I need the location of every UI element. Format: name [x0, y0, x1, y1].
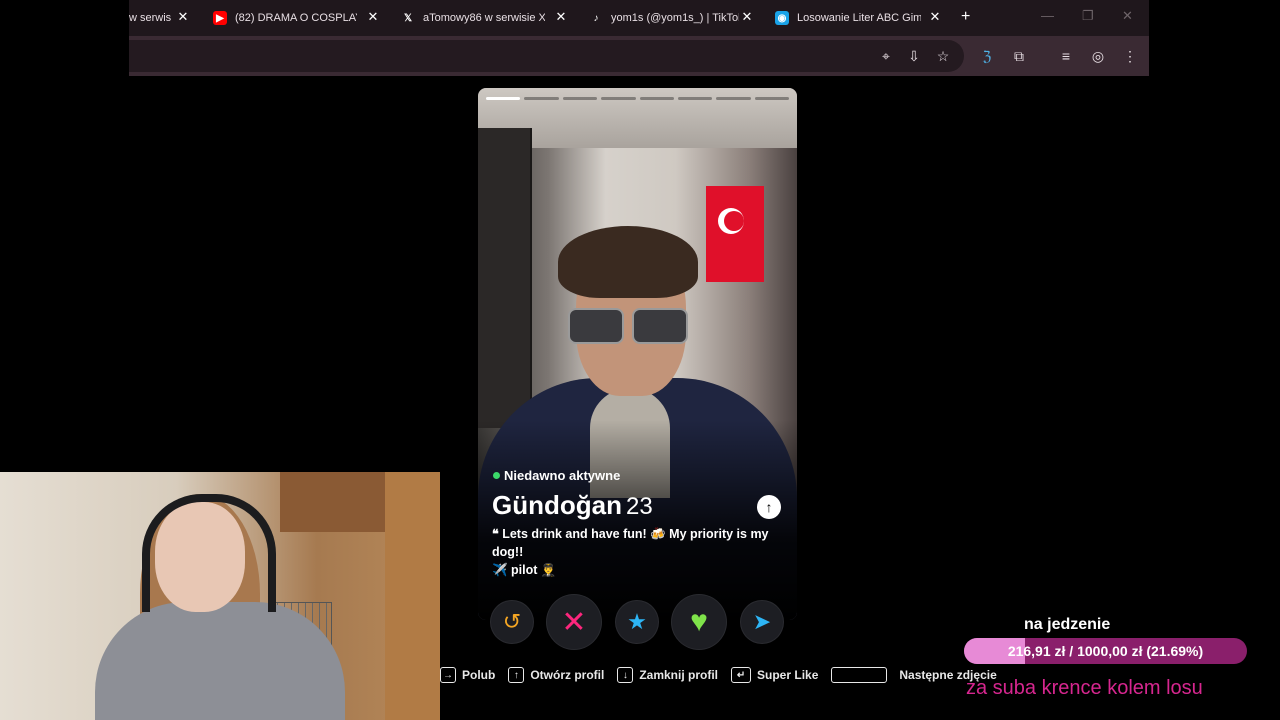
goal-title: na jedzenie	[1024, 616, 1111, 633]
location-icon[interactable]: ⌖	[876, 46, 896, 66]
youtube-icon: ▶	[213, 11, 227, 25]
extension-icon[interactable]: ℨ	[977, 46, 997, 66]
enter-key-icon: ↵	[731, 667, 752, 683]
tab-title: yom1s (@yom1s_) | TikTok	[611, 12, 739, 24]
close-icon[interactable]: ✕	[365, 9, 381, 25]
tab-2[interactable]: 𝕏 aTomowy86 w serwisie X: ✕	[401, 0, 569, 36]
flag	[706, 186, 764, 282]
goal-text: 216,91 zł / 1000,00 zł (21.69%)	[1007, 643, 1204, 659]
photo-indicator-segment[interactable]	[716, 97, 751, 100]
photo-indicator	[486, 97, 789, 100]
photo-indicator-segment[interactable]	[524, 97, 559, 100]
wardrobe	[478, 128, 532, 428]
photo-indicator-segment[interactable]	[639, 97, 674, 100]
sunglasses	[568, 308, 688, 344]
tab-title: w serwisie	[129, 12, 171, 24]
install-app-icon[interactable]: ⇩	[904, 46, 924, 66]
like-button[interactable]: ♥	[672, 595, 726, 649]
browser-window: w serwisie ✕ ▶ (82) DRAMA O COSPLAYE ✕ 𝕏…	[129, 0, 1149, 76]
hint-super-like: ↵ Super Like	[731, 667, 818, 683]
photo-indicator-segment[interactable]	[562, 97, 598, 100]
close-icon[interactable]: ✕	[553, 9, 569, 25]
address-bar[interactable]	[129, 40, 964, 72]
arrow-up-icon: ↑	[508, 667, 525, 683]
close-icon: ✕	[561, 605, 587, 639]
profile-icon[interactable]: ◎	[1088, 46, 1108, 66]
ticker-text: za suba krence kolem losu	[966, 677, 1203, 699]
tab-title: aTomowy86 w serwisie X:	[423, 12, 545, 24]
tiktok-icon: ♪	[593, 12, 599, 24]
hint-close-profile: ↓ Zamknij profil	[617, 667, 718, 683]
photo-indicator-segment[interactable]	[677, 97, 713, 100]
rewind-icon: ↺	[502, 609, 522, 634]
headset-icon	[142, 494, 276, 612]
send-icon: ➤	[752, 609, 772, 634]
boost-button[interactable]: ➤	[741, 601, 783, 643]
puzzle-icon[interactable]: ⧉	[1009, 46, 1029, 66]
spacebar-icon	[831, 667, 888, 683]
tab-3[interactable]: ♪ yom1s (@yom1s_) | TikTok ✕	[589, 0, 755, 36]
profile-card[interactable]: Niedawno aktywne Gündoğan 23 ↑ ❝ Lets dri…	[478, 88, 797, 620]
profile-bio: ❝ Lets drink and have fun! 🍻 My priority…	[492, 527, 769, 577]
keyboard-hints: → Polub ↑ Otwórz profil ↓ Zamknij profil ↵ S…	[440, 664, 1010, 686]
close-icon[interactable]: ✕	[739, 9, 755, 25]
arrow-up-icon: ↑	[765, 499, 773, 515]
heart-icon: ♥	[690, 605, 708, 638]
menu-icon[interactable]: ⋮	[1120, 46, 1140, 66]
tab-1[interactable]: ▶ (82) DRAMA O COSPLAYE ✕	[213, 0, 381, 36]
profile-name: Gündoğan	[492, 490, 622, 520]
new-tab-button[interactable]: +	[961, 8, 970, 26]
hint-like: → Polub	[440, 667, 495, 683]
close-icon[interactable]: ✕	[927, 9, 943, 25]
profile-age: 23	[625, 493, 653, 520]
action-bar: ↺ ✕ ★ ♥ ➤	[490, 594, 784, 650]
photo-indicator-segment[interactable]	[754, 97, 789, 100]
streamer-body	[95, 602, 345, 720]
tab-title: (82) DRAMA O COSPLAYE	[235, 12, 357, 24]
profile-name-row: Gündoğan 23	[492, 490, 653, 521]
tab-strip: w serwisie ✕ ▶ (82) DRAMA O COSPLAYE ✕ 𝕏…	[129, 0, 1149, 36]
webcam-overlay	[0, 472, 440, 720]
close-icon[interactable]: ✕	[175, 9, 191, 25]
arrow-right-icon: →	[440, 667, 456, 683]
media-icon[interactable]: ≡	[1056, 46, 1076, 66]
nope-button[interactable]: ✕	[547, 595, 601, 649]
wheel-icon: ◉	[775, 11, 789, 25]
rewind-button[interactable]: ↺	[491, 601, 533, 643]
maximize-icon[interactable]: ❐	[1082, 8, 1094, 24]
x-icon: 𝕏	[403, 12, 413, 24]
close-window-icon[interactable]: ✕	[1122, 8, 1133, 24]
photo-indicator-segment[interactable]	[601, 97, 636, 100]
activity-status: Niedawno aktywne	[493, 468, 620, 483]
open-profile-button[interactable]: ↑	[757, 495, 781, 519]
hint-open-profile: ↑ Otwórz profil	[508, 667, 604, 683]
tab-4[interactable]: ◉ Losowanie Liter ABC Gimn ✕	[775, 0, 943, 36]
toolbar: ⌖ ⇩ ☆ ℨ ⧉ ≡ ◎ ⋮	[129, 36, 1149, 76]
arrow-down-icon: ↓	[617, 667, 634, 683]
tab-title: Losowanie Liter ABC Gimn	[797, 12, 921, 24]
tab-0[interactable]: w serwisie ✕	[129, 0, 191, 36]
photo-indicator-segment[interactable]	[486, 97, 521, 100]
star-icon: ★	[627, 609, 647, 634]
minimize-icon[interactable]: —	[1041, 8, 1054, 23]
super-like-button[interactable]: ★	[616, 601, 658, 643]
goal-bar: 216,91 zł / 1000,00 zł (21.69%)	[964, 638, 1247, 664]
online-dot-icon	[493, 472, 500, 479]
bookmark-star-icon[interactable]: ☆	[933, 46, 953, 66]
